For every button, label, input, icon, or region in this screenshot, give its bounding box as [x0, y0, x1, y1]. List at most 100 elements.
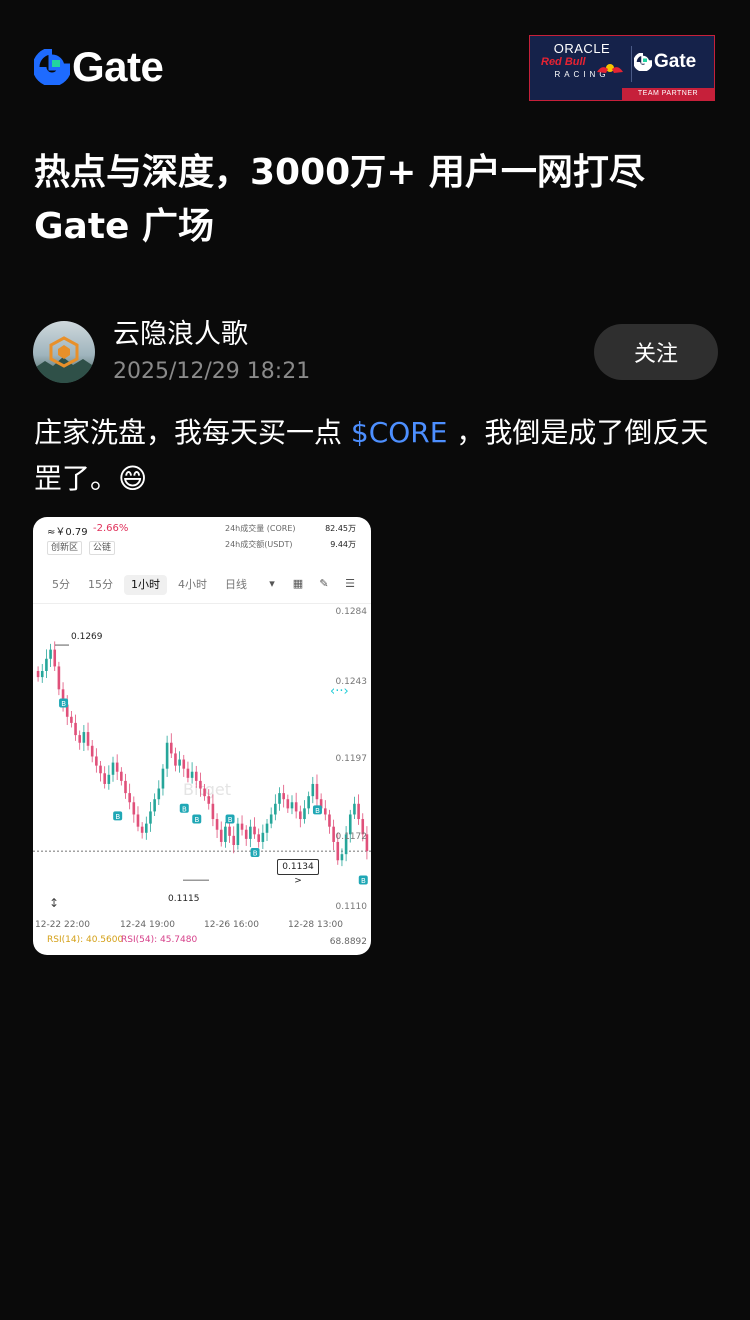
candle-body [282, 793, 285, 800]
candle-body [228, 826, 231, 836]
candle-body [232, 835, 236, 845]
candle-body [165, 742, 169, 769]
candle-body [274, 803, 277, 815]
post-timestamp: 2025/12/29 18:21 [113, 359, 311, 384]
rsi-14-label: RSI(14): 40.5600 [47, 935, 124, 945]
candle-body [182, 759, 186, 769]
candle-body [340, 854, 344, 861]
stat-volume-label: 24h成交量 (CORE) [225, 524, 296, 533]
candle-body [303, 808, 306, 820]
page-headline: 热点与深度，3000万+ 用户一网打尽 Gate 广场 [34, 146, 724, 254]
tab-15m[interactable]: 15分 [81, 575, 120, 595]
team-partner-label: TEAM PARTNER [622, 88, 714, 100]
author-avatar[interactable] [33, 321, 95, 383]
candle-body [124, 780, 127, 794]
buy-marker-label: B [253, 850, 258, 858]
team-partner-badge: ORACLE Red Bull RACING Gate TEAM PARTNER [529, 35, 715, 101]
tab-daily[interactable]: 日线 [218, 575, 254, 595]
candle-body [249, 826, 252, 839]
candlestick-chart: BitgetBBBB BBBB‹··› [33, 641, 371, 885]
candle-body [294, 802, 298, 812]
y-tick-3: 0.1197 [335, 754, 368, 764]
chart-watermark: Bitget [183, 780, 231, 799]
rsi-54-label: RSI(54): 45.7480 [121, 935, 198, 945]
badge-divider [631, 46, 632, 82]
candle-body [36, 671, 40, 678]
tab-5m[interactable]: 5分 [45, 575, 77, 595]
candle-body [157, 788, 161, 800]
candle-body [336, 841, 340, 861]
candle-body [211, 803, 215, 820]
candle-body [99, 765, 102, 774]
candle-body [219, 829, 223, 842]
candle-body [49, 649, 52, 659]
stat-turnover-label: 24h成交额(USDT) [225, 540, 293, 549]
candle-body [244, 829, 248, 839]
avatar-image [33, 336, 95, 383]
candle-body [194, 771, 198, 781]
candle-body [174, 753, 177, 766]
chart-tools: ▾ ▦ ✎ ☰ [253, 577, 357, 591]
x-tick-2: 12-24 19:00 [120, 920, 175, 930]
candle-body [257, 834, 260, 842]
y-tick-4: 0.1172 [335, 832, 368, 842]
buy-marker-label: B [61, 700, 66, 708]
candle-body [161, 768, 165, 789]
coin-tag-link[interactable]: $CORE [351, 416, 448, 449]
tab-1h[interactable]: 1小时 [124, 575, 167, 595]
candle-body [186, 768, 190, 778]
buy-marker-label: B [228, 816, 233, 824]
candle-body [45, 658, 48, 671]
candle-body [57, 666, 61, 690]
candle-body [278, 793, 281, 804]
rsi-value: 68.8892 [329, 937, 367, 947]
post-text-start: 庄家洗盘，我每天买一点 [34, 416, 351, 449]
scale-toggle-icon[interactable]: ↕ [49, 896, 59, 910]
headline-line-2: Gate 广场 [34, 206, 215, 247]
candle-body [132, 802, 136, 815]
candle-body [178, 759, 181, 766]
post-image[interactable]: ≈￥0.79 -2.66% 创新区 公链 24h成交量 (CORE) 82.45… [33, 517, 371, 955]
candle-body [86, 732, 90, 746]
more-intervals-icon[interactable]: ▾ [265, 577, 279, 591]
buy-marker-label: B [182, 805, 187, 813]
candle-body [323, 808, 327, 815]
candle-body [149, 811, 152, 824]
candle-body [357, 803, 360, 820]
tab-4h[interactable]: 4小时 [171, 575, 214, 595]
candle-body [70, 716, 73, 723]
candle-body [153, 799, 156, 812]
candle-body [107, 774, 111, 784]
draw-icon[interactable]: ✎ [317, 577, 331, 591]
indicator-settings-icon[interactable]: ☰ [343, 577, 357, 591]
candle-body [169, 742, 173, 754]
author-name[interactable]: 云隐浪人歌 [113, 318, 248, 352]
candle-body [128, 793, 131, 803]
buy-marker-label: B [315, 807, 320, 815]
candle-body [269, 814, 273, 824]
candle-body [307, 796, 310, 809]
chart-type-icon[interactable]: ▦ [291, 577, 305, 591]
gate-logo[interactable]: Gate [34, 46, 164, 88]
badge-gate-text: Gate [654, 51, 697, 72]
candle-body [315, 783, 319, 800]
candle-body [261, 832, 265, 842]
buy-marker-label: B [115, 813, 120, 821]
y-tick-1: 0.1284 [335, 607, 368, 617]
candle-body [207, 796, 211, 804]
post-content: 庄家洗盘，我每天买一点 $CORE ，我倒是成了倒反天罡了。😄 [34, 410, 724, 502]
buy-marker-label: B [194, 816, 199, 824]
current-price-label[interactable]: 0.1134 > [277, 859, 319, 886]
candle-body [53, 649, 57, 667]
candle-body [311, 783, 315, 797]
candle-body [90, 745, 94, 757]
headline-line-1: 热点与深度，3000万+ 用户一网打尽 [34, 152, 645, 193]
candle-body [236, 823, 240, 845]
buy-marker-label: B [361, 877, 366, 885]
y-tick-2: 0.1243 [335, 677, 368, 687]
follow-button[interactable]: 关注 [594, 324, 718, 380]
candle-body [95, 756, 98, 766]
chip-public-chain: 公链 [89, 541, 116, 555]
candle-body [224, 826, 227, 842]
chip-innovation: 创新区 [47, 541, 83, 555]
